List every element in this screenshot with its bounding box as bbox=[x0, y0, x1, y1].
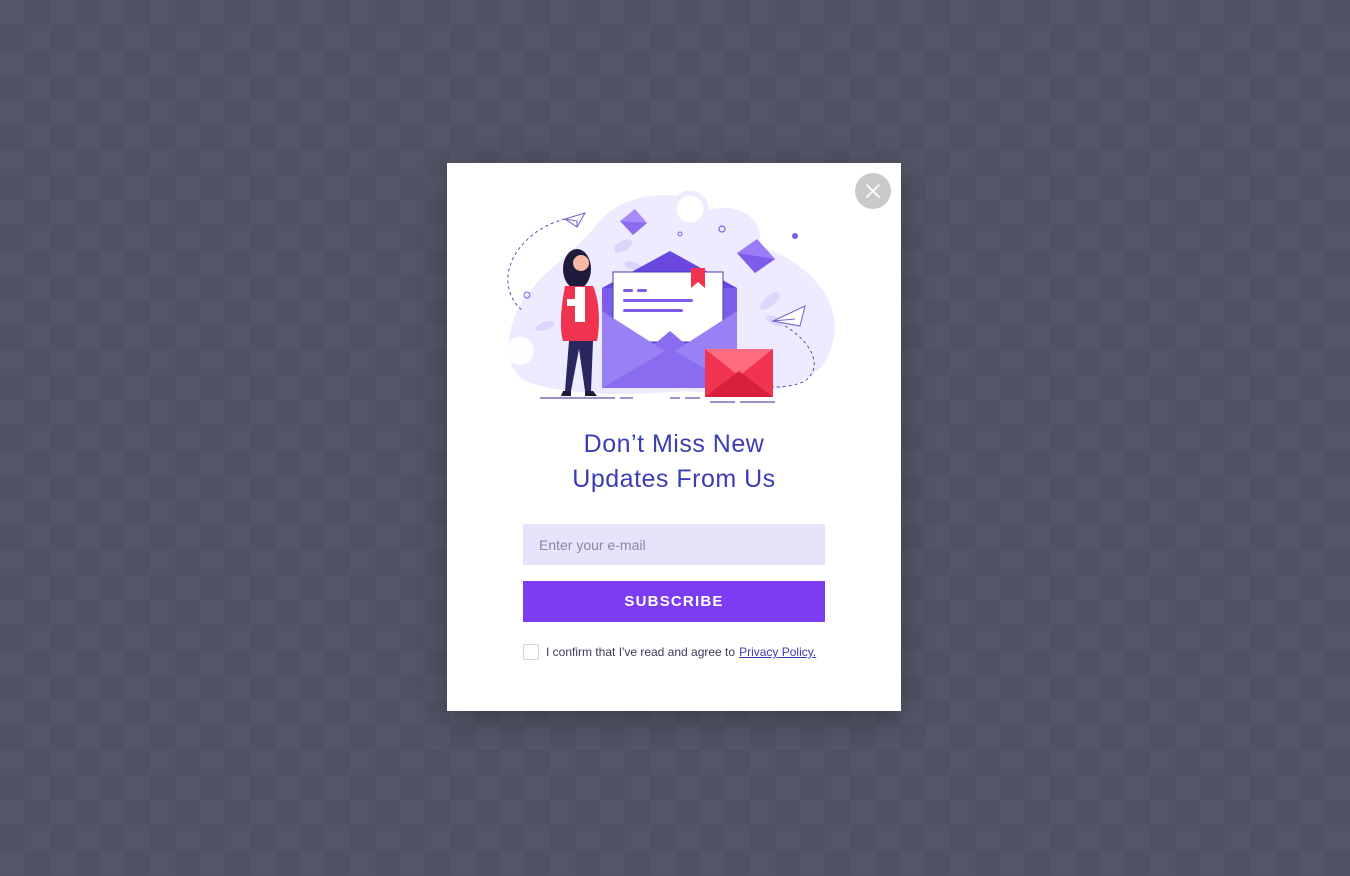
headline-line-1: Don’t Miss New bbox=[583, 430, 765, 458]
paper-plane-icon bbox=[563, 212, 587, 228]
email-field[interactable] bbox=[523, 524, 825, 565]
consent-row: I confirm that I've read and agree to Pr… bbox=[523, 643, 843, 661]
newsletter-illustration bbox=[506, 191, 835, 403]
privacy-policy-link[interactable]: Privacy Policy. bbox=[739, 645, 816, 659]
ground-lines bbox=[540, 397, 775, 403]
subscribe-modal: Don’t Miss New Updates From Us SUBSCRIBE… bbox=[447, 163, 901, 711]
close-icon bbox=[866, 184, 880, 198]
subscribe-button[interactable]: SUBSCRIBE bbox=[523, 581, 825, 622]
headline-line-2: Updates From Us bbox=[572, 465, 776, 493]
consent-checkbox[interactable] bbox=[523, 644, 539, 660]
red-envelope-icon bbox=[705, 349, 773, 397]
popup-headline: Don’t Miss New Updates From Us bbox=[447, 427, 901, 497]
consent-text: I confirm that I've read and agree to bbox=[546, 645, 736, 659]
close-button[interactable] bbox=[855, 173, 891, 209]
